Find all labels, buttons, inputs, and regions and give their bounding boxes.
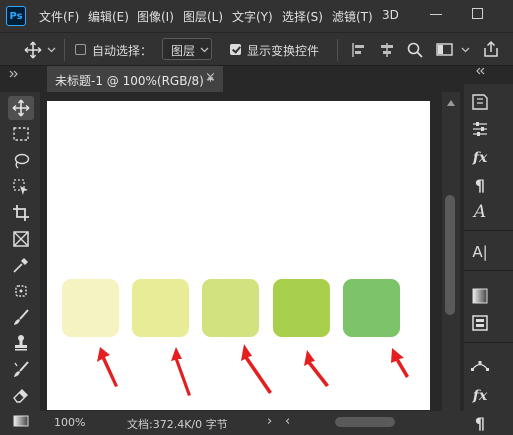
scroll-left-icon[interactable]: ‹: [285, 414, 290, 429]
character-icon[interactable]: A|: [470, 242, 490, 262]
close-tab-icon[interactable]: ×: [205, 70, 216, 85]
menu-3d[interactable]: 3D: [382, 8, 399, 22]
healing-tool-button[interactable]: [10, 280, 32, 302]
align-center-icon[interactable]: [378, 41, 396, 59]
panel-divider: [464, 342, 513, 343]
move-tool-icon[interactable]: [24, 41, 42, 59]
lasso-icon: [14, 153, 30, 169]
tools-panel: [0, 92, 40, 435]
paragraph-icon[interactable]: ¶: [470, 413, 490, 433]
options-bar: 自动选择： 图层 显示变换控件: [0, 32, 513, 66]
auto-select-checkbox[interactable]: [75, 44, 86, 55]
document-tab-title: 未标题-1 @ 100%(RGB/8) *: [55, 74, 214, 88]
horizontal-scroll-thumb[interactable]: [335, 417, 395, 427]
menu-layer[interactable]: 图层(L): [183, 8, 223, 25]
auto-select-target-dropdown[interactable]: 图层: [162, 38, 212, 60]
move-icon: [12, 99, 30, 117]
document-info: 文档:372.4K/0 字节: [127, 418, 228, 431]
eraser-tool-button[interactable]: [10, 384, 32, 406]
move-tool-button[interactable]: [10, 97, 32, 119]
healing-brush-icon: [15, 285, 27, 297]
panel-divider: [464, 270, 513, 271]
auto-select-label: 自动选择：: [92, 44, 153, 58]
gradients-panel-button[interactable]: [470, 286, 490, 306]
pen-path-icon: [471, 361, 489, 371]
history-brush-tool-button[interactable]: [10, 358, 32, 380]
status-expand-icon[interactable]: ›: [267, 414, 272, 429]
frame-icon: [13, 231, 29, 247]
adjustments-panel-button[interactable]: [470, 119, 490, 139]
red-arrow-icon: [304, 350, 329, 387]
history-panel-button[interactable]: [470, 92, 490, 112]
gradient-tool-button[interactable]: [10, 410, 32, 432]
fx-icon[interactable]: fx: [470, 386, 490, 406]
history-brush-icon: [14, 361, 29, 377]
brush-tool-button[interactable]: [10, 306, 32, 328]
clone-stamp-tool-button[interactable]: [10, 332, 32, 354]
eyedropper-icon: [13, 258, 28, 273]
collapse-panel-icon[interactable]: [9, 70, 19, 78]
search-icon[interactable]: [406, 41, 424, 59]
libraries-panel-button[interactable]: [470, 313, 490, 333]
paragraph-icon[interactable]: ¶: [470, 175, 490, 195]
photoshop-logo: Ps: [6, 6, 26, 26]
object-selection-icon: [13, 179, 28, 195]
object-select-tool-button[interactable]: [10, 176, 32, 198]
libraries-icon: [472, 315, 488, 331]
dropdown-value: 图层: [171, 44, 196, 58]
menu-file[interactable]: 文件(F): [39, 8, 79, 25]
crop-tool-button[interactable]: [10, 202, 32, 224]
history-icon: [472, 94, 488, 110]
zoom-level[interactable]: 100%: [54, 416, 85, 429]
maximize-button[interactable]: [472, 8, 483, 19]
show-transform-checkbox[interactable]: [230, 44, 241, 55]
fx-icon[interactable]: fx: [470, 148, 490, 168]
menu-edit[interactable]: 编辑(E): [88, 8, 129, 25]
share-icon[interactable]: [482, 40, 500, 58]
document-canvas[interactable]: [47, 101, 430, 410]
rectangle-marquee-icon: [13, 127, 29, 141]
sliders-icon: [473, 122, 487, 136]
chevron-down-icon[interactable]: [461, 47, 470, 53]
collapse-dock-icon[interactable]: [476, 67, 486, 75]
gradient-icon: [13, 415, 29, 427]
gradient-swatch-icon: [472, 288, 488, 304]
red-arrow-icon: [391, 348, 409, 378]
status-bar: 100% 文档:372.4K/0 字节 › ‹: [40, 411, 464, 435]
annotation-layer: [97, 344, 409, 396]
chevron-down-icon: [200, 47, 209, 53]
minimize-button[interactable]: [430, 14, 442, 15]
menu-image[interactable]: 图像(I): [137, 8, 174, 25]
menu-type[interactable]: 文字(Y): [232, 8, 273, 25]
vertical-scroll-thumb[interactable]: [445, 195, 455, 315]
glyphs-icon[interactable]: A: [470, 202, 490, 222]
paths-panel-button[interactable]: [470, 356, 490, 376]
menu-bar: Ps 文件(F) 编辑(E) 图像(I) 图层(L) 文字(Y) 选择(S) 滤…: [0, 0, 513, 32]
frame-tool-button[interactable]: [10, 228, 32, 250]
stamp-icon: [15, 335, 27, 351]
workspace-icon[interactable]: [436, 42, 454, 58]
chevron-down-icon[interactable]: [47, 47, 56, 53]
red-arrow-icon: [241, 344, 272, 394]
menu-select[interactable]: 选择(S): [282, 8, 323, 25]
panel-divider: [464, 230, 513, 231]
brush-icon: [14, 309, 29, 325]
show-transform-label: 显示变换控件: [247, 44, 320, 58]
document-tab[interactable]: 未标题-1 @ 100%(RGB/8) * ×: [47, 66, 223, 92]
red-arrow-icon: [171, 347, 191, 396]
scroll-up-icon[interactable]: [447, 100, 455, 106]
align-left-icon[interactable]: [350, 41, 368, 59]
marquee-tool-button[interactable]: [10, 123, 32, 145]
crop-icon: [13, 205, 29, 221]
eyedropper-tool-button[interactable]: [10, 254, 32, 276]
eraser-icon: [13, 389, 28, 403]
lasso-tool-button[interactable]: [10, 150, 32, 172]
menu-filter[interactable]: 滤镜(T): [332, 8, 373, 25]
red-arrow-icon: [97, 347, 118, 387]
